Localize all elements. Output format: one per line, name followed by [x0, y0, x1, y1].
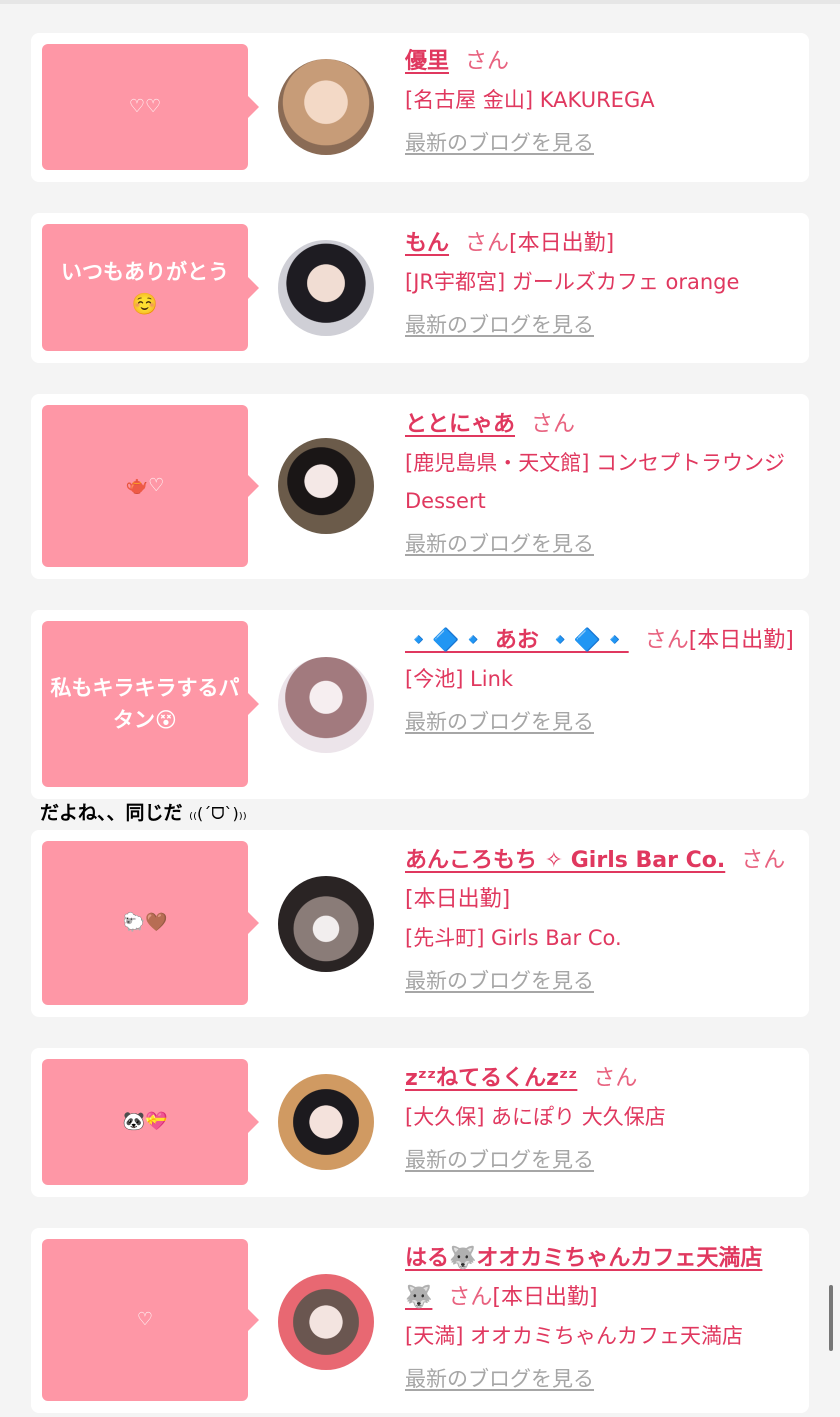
- cast-name-link[interactable]: 🔹🔷🔹 あお 🔹🔷🔹: [405, 628, 629, 653]
- attendance-tag: [本日出勤]: [405, 887, 511, 912]
- overlay-comment-text: だよね、、同じだ: [40, 802, 183, 824]
- avatar[interactable]: [278, 1074, 374, 1170]
- message-bubble: ♡♡: [42, 44, 259, 170]
- shop-name: [今池] Link: [405, 667, 514, 691]
- latest-blog-link[interactable]: 最新のブログを見る: [405, 1361, 594, 1397]
- message-text: ♡♡: [128, 96, 162, 117]
- message-bubble: 🐼💝: [42, 1059, 259, 1185]
- cast-name-link[interactable]: あんころもち ✧ Girls Bar Co.: [405, 848, 725, 873]
- latest-blog-link[interactable]: 最新のブログを見る: [405, 704, 594, 740]
- message-bubble: 🐑🤎: [42, 841, 259, 1005]
- message-bubble: 🫖♡: [42, 405, 259, 567]
- avatar[interactable]: [278, 876, 374, 972]
- message-text: 🫖♡: [125, 475, 165, 496]
- latest-blog-link[interactable]: 最新のブログを見る: [405, 1142, 594, 1178]
- message-bubble: 私もキラキラするパタン😵: [42, 621, 259, 787]
- overlay-comment: だよね、、同じだ ₍₍(ˊᗜˋ)₎₎: [40, 795, 247, 832]
- shop-name: [鹿児島県・天文館] コンセプトラウンジ Dessert: [405, 451, 786, 513]
- avatar[interactable]: [278, 657, 374, 753]
- honorific: さん: [465, 231, 510, 256]
- avatar[interactable]: [278, 59, 374, 155]
- avatar[interactable]: [278, 1274, 374, 1370]
- cast-card: ♡♡ 優里 さん [名古屋 金山] KAKUREGA 最新のブログを見る: [31, 33, 809, 182]
- message-bubble: ♡: [42, 1239, 259, 1401]
- latest-blog-link[interactable]: 最新のブログを見る: [405, 963, 594, 999]
- cast-card: 🐑🤎 あんころもち ✧ Girls Bar Co. さん [本日出勤] [先斗町] …: [31, 830, 809, 1017]
- message-bubble: いつもありがとう☺️: [42, 224, 259, 351]
- shop-name: [名古屋 金山] KAKUREGA: [405, 88, 655, 112]
- honorific: さん: [593, 1066, 638, 1091]
- latest-blog-link[interactable]: 最新のブログを見る: [405, 125, 594, 161]
- cast-card: いつもありがとう☺️ もん さん[本日出勤] [JR宇都宮] ガールズカフェ or…: [31, 213, 809, 363]
- honorific: さん: [531, 412, 576, 437]
- shop-name: [先斗町] Girls Bar Co.: [405, 926, 622, 950]
- avatar[interactable]: [278, 438, 374, 534]
- message-text: ♡: [136, 1309, 154, 1330]
- cast-name-link[interactable]: ととにゃあ: [405, 412, 515, 437]
- attendance-tag: [本日出勤]: [509, 231, 615, 256]
- honorific: さん: [644, 628, 689, 653]
- cast-name-link[interactable]: もん: [405, 231, 449, 256]
- honorific: さん: [465, 49, 510, 74]
- shop-name: [JR宇都宮] ガールズカフェ orange: [405, 270, 740, 294]
- shop-name: [天満] オオカミちゃんカフェ天満店: [405, 1324, 744, 1348]
- scrollbar-thumb[interactable]: [829, 1285, 833, 1351]
- latest-blog-link[interactable]: 最新のブログを見る: [405, 526, 594, 562]
- latest-blog-link[interactable]: 最新のブログを見る: [405, 307, 594, 343]
- top-divider: [0, 0, 840, 4]
- message-text: 私もキラキラするパタン😵: [50, 676, 240, 732]
- message-text: 🐼💝: [122, 1111, 168, 1132]
- honorific: さん: [448, 1285, 493, 1310]
- attendance-tag: [本日出勤]: [492, 1285, 598, 1310]
- honorific: さん: [741, 848, 786, 873]
- avatar[interactable]: [278, 240, 374, 336]
- cast-name-link[interactable]: zᶻᶻねてるくんzᶻᶻ: [405, 1066, 577, 1091]
- message-text: 🐑🤎: [122, 912, 168, 933]
- cast-card: 私もキラキラするパタン😵 🔹🔷🔹 あお 🔹🔷🔹 さん[本日出勤] [今池] Lin…: [31, 610, 809, 799]
- message-text: いつもありがとう☺️: [61, 259, 229, 316]
- cast-card: ♡ はる🐺オオカミちゃんカフェ天満店🐺 さん[本日出勤] [天満] オオカミちゃん…: [31, 1228, 809, 1413]
- cast-card: 🫖♡ ととにゃあ さん [鹿児島県・天文館] コンセプトラウンジ Dessert …: [31, 394, 809, 579]
- attendance-tag: [本日出勤]: [688, 628, 794, 653]
- kaomoji: ₍₍(ˊᗜˋ)₎₎: [189, 804, 247, 823]
- cast-name-link[interactable]: 優里: [405, 49, 449, 74]
- shop-name: [大久保] あにぽり 大久保店: [405, 1105, 666, 1129]
- cast-card: 🐼💝 zᶻᶻねてるくんzᶻᶻ さん [大久保] あにぽり 大久保店 最新のブログを…: [31, 1048, 809, 1197]
